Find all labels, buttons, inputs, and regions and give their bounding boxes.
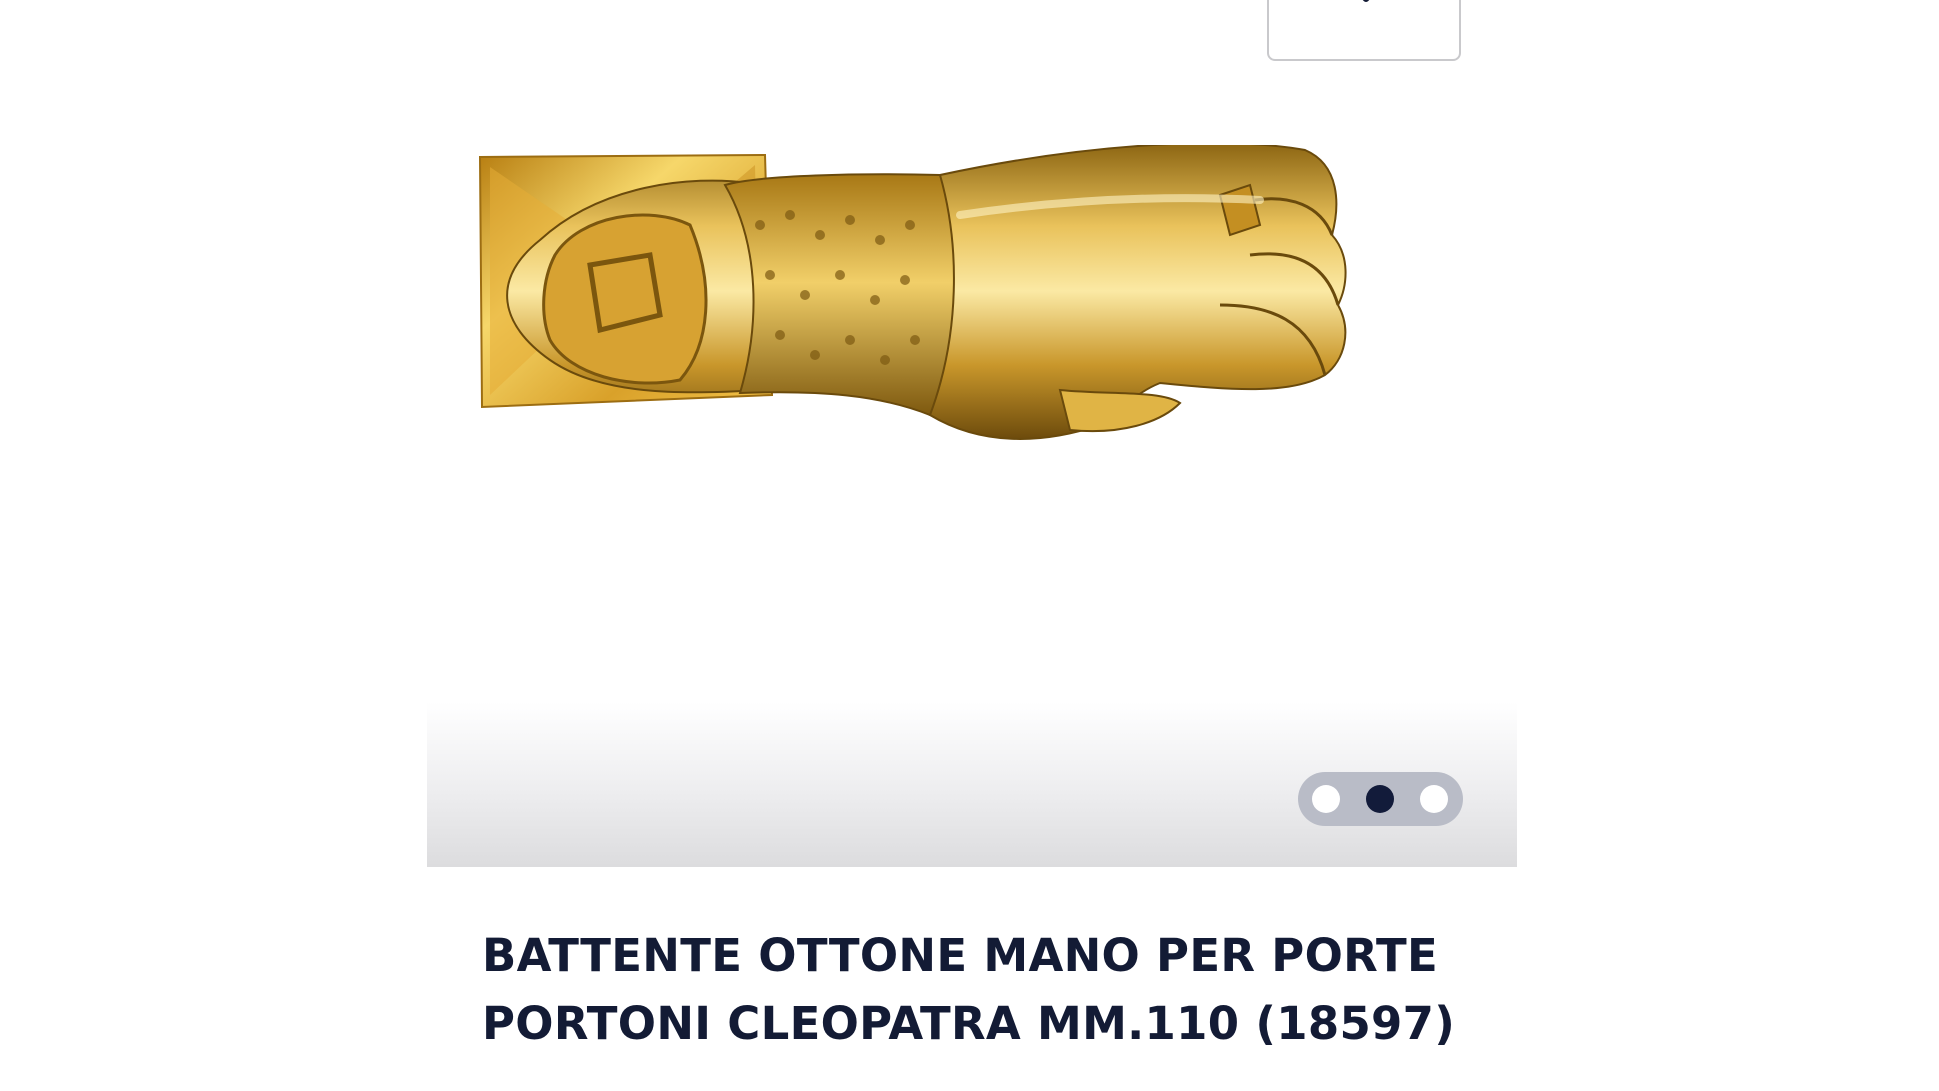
product-title-line-2: PORTONI CLEOPATRA MM.110 (18597) bbox=[482, 997, 1456, 1050]
gallery-dot-2-active[interactable] bbox=[1366, 785, 1394, 813]
product-photo-brass-hand-knocker bbox=[478, 145, 1347, 440]
product-page: BATTENTE OTTONE MANO PER PORTE PORTONI C… bbox=[0, 0, 1939, 1091]
gallery-pagination bbox=[1298, 772, 1463, 826]
product-title: BATTENTE OTTONE MANO PER PORTE PORTONI C… bbox=[482, 922, 1582, 1058]
heart-icon bbox=[1362, 0, 1370, 2]
gallery-dot-3[interactable] bbox=[1420, 785, 1448, 813]
gallery-dot-1[interactable] bbox=[1312, 785, 1340, 813]
product-title-line-1: BATTENTE OTTONE MANO PER PORTE bbox=[482, 929, 1439, 982]
wishlist-button[interactable] bbox=[1267, 0, 1461, 61]
